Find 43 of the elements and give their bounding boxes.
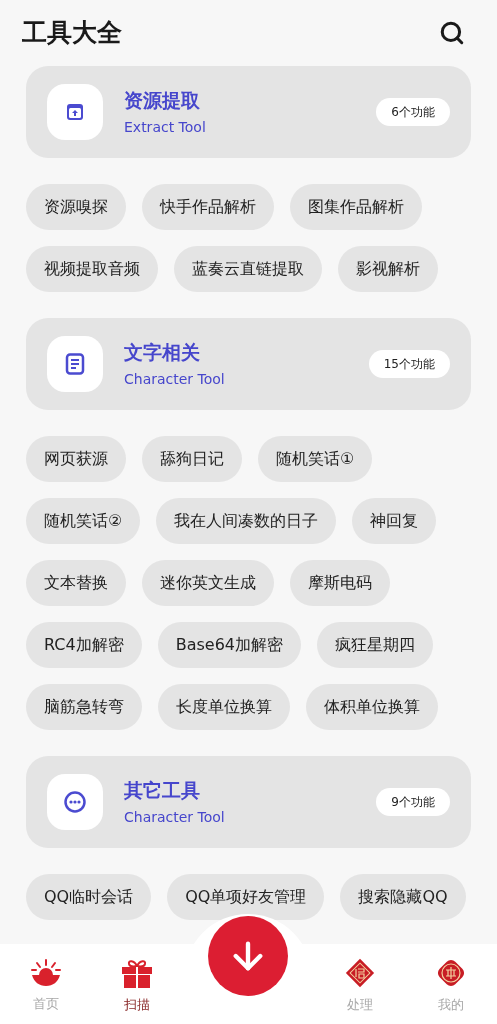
tool-chip[interactable]: 神回复	[352, 498, 437, 544]
tool-chip[interactable]: 资源嗅探	[26, 184, 126, 230]
feature-count: 15个功能	[368, 350, 450, 378]
category-title: 其它工具	[124, 778, 201, 803]
tool-chip[interactable]: 疯狂星期四	[317, 622, 433, 668]
tool-chip[interactable]: 影视解析	[338, 246, 438, 292]
category-title: 文字相关	[124, 340, 201, 365]
document-icon	[65, 353, 85, 375]
gift-icon	[121, 957, 154, 990]
category-title: 资源提取	[124, 88, 201, 113]
tool-chip[interactable]: QQ临时会话	[26, 874, 152, 920]
category-card[interactable]: 其它工具 Character Tool 9个功能	[26, 756, 471, 848]
tool-chip[interactable]: 蓝奏云直链提取	[174, 246, 322, 292]
tool-chip[interactable]: 随机笑话①	[258, 436, 373, 482]
feature-count: 6个功能	[376, 98, 450, 126]
tool-chip[interactable]: QQ单项好友管理	[167, 874, 325, 920]
tool-chip[interactable]: Base64加解密	[157, 622, 301, 668]
archive-upload-icon	[65, 102, 85, 122]
tool-chip[interactable]: 体积单位换算	[306, 684, 438, 730]
category-card[interactable]: 资源提取 Extract Tool 6个功能	[26, 66, 471, 158]
tool-chip[interactable]: 视频提取音频	[26, 246, 158, 292]
tool-chip[interactable]: 文本替换	[26, 560, 126, 606]
tool-chip[interactable]: 图集作品解析	[290, 184, 422, 230]
tool-chip[interactable]: 搜索隐藏QQ	[340, 874, 466, 920]
feature-count: 9个功能	[376, 788, 450, 816]
tool-chip[interactable]: RC4加解密	[26, 622, 142, 668]
tool-chip[interactable]: 我在人间凑数的日子	[156, 498, 337, 544]
tool-chip[interactable]: 舔狗日记	[142, 436, 242, 482]
tool-chip[interactable]: 脑筋急转弯	[26, 684, 142, 730]
tool-chip[interactable]: 网页获源	[26, 436, 126, 482]
tool-chip[interactable]: 随机笑话②	[26, 498, 141, 544]
page-title: 工具大全	[22, 17, 122, 50]
more-icon	[64, 791, 86, 813]
tool-chip[interactable]: 长度单位换算	[158, 684, 290, 730]
tool-chip[interactable]: 摩斯电码	[290, 560, 390, 606]
ingot-icon	[29, 958, 62, 989]
category-card[interactable]: 文字相关 Character Tool 15个功能	[26, 318, 471, 410]
tool-chip[interactable]: 快手作品解析	[142, 184, 274, 230]
category-subtitle: Extract Tool	[124, 118, 207, 137]
category-subtitle: Character Tool	[124, 370, 226, 389]
tool-chip[interactable]: 迷你英文生成	[142, 560, 274, 606]
nav-tab[interactable]: 扫描	[107, 953, 168, 1015]
category-subtitle: Character Tool	[124, 808, 226, 827]
